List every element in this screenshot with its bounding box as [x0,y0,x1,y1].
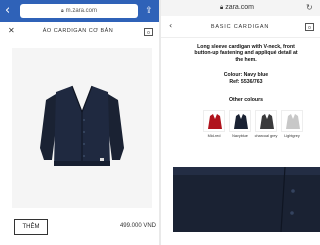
cart-icon[interactable]: 0 [144,28,153,36]
product-reference: Ref: 5536/763 [229,79,263,85]
product-image [12,48,152,208]
lock-icon: 🔒︎ [220,5,224,11]
product-colour: Colour: Navy blue [223,72,269,78]
colour-swatch-light-grey[interactable] [281,110,303,132]
browser-url-bar: 🔒︎ zara.com ↻ [161,0,320,16]
product-title: BASIC CARDIGAN [210,24,270,30]
swatch-cardigan-icon [208,114,222,129]
cart-icon[interactable]: 0 [305,23,314,31]
cardigan-illustration [12,48,152,208]
swatch-cardigan-icon [234,114,248,129]
product-description: Long sleeve cardigan with V-neck, front … [194,44,298,63]
swatch-label: Mid-red [207,134,221,138]
url-field[interactable]: 🔒︎ m.zara.com [20,4,138,18]
url-text: m.zara.com [65,8,97,14]
reload-icon[interactable]: ↻ [306,2,313,14]
share-icon[interactable]: ⇪ [143,4,155,18]
swatch-label: Lightgrey [284,134,300,138]
product-image-closeup [173,167,320,232]
back-arrow-icon[interactable]: ‹ [169,21,172,30]
other-colours-heading: Other colours [228,97,263,103]
back-arrow-icon[interactable]: ‹ [5,3,19,19]
url-text: zara.com [225,4,254,11]
swatch-cardigan-icon [286,114,300,129]
browser-url-bar: ‹ 🔒︎ m.zara.com ⇪ [0,0,159,22]
cardigan-closeup-illustration [173,167,320,232]
product-title: ÁO CARDIGAN CƠ BẢN [42,28,114,34]
url-field[interactable]: 🔒︎ zara.com [181,2,293,14]
right-phone-screen: 🔒︎ zara.com ↻ ‹ BASIC CARDIGAN 0 Long sle… [161,0,320,245]
product-header: ✕ ÁO CARDIGAN CƠ BẢN 0 [0,22,159,44]
left-phone-screen: ‹ 🔒︎m.zara.com ⇪ ✕ ÁO CARDIGAN CƠ BẢN 0 [0,0,159,245]
close-icon[interactable]: ✕ [8,26,15,35]
swatch-label: charcoal grey [254,134,278,138]
swatch-label: Navyblue [232,134,248,138]
price: 499.000 VND [119,223,156,229]
colour-swatch-charcoal-grey[interactable] [255,110,277,132]
swatch-cardigan-icon [260,114,274,129]
colour-swatch-navy-blue[interactable] [229,110,251,132]
lock-icon: 🔒︎ [60,8,64,14]
add-to-cart-button[interactable]: THÊM [14,219,48,235]
colour-swatch-mid-red[interactable] [203,110,225,132]
product-header: ‹ BASIC CARDIGAN 0 [161,18,320,38]
